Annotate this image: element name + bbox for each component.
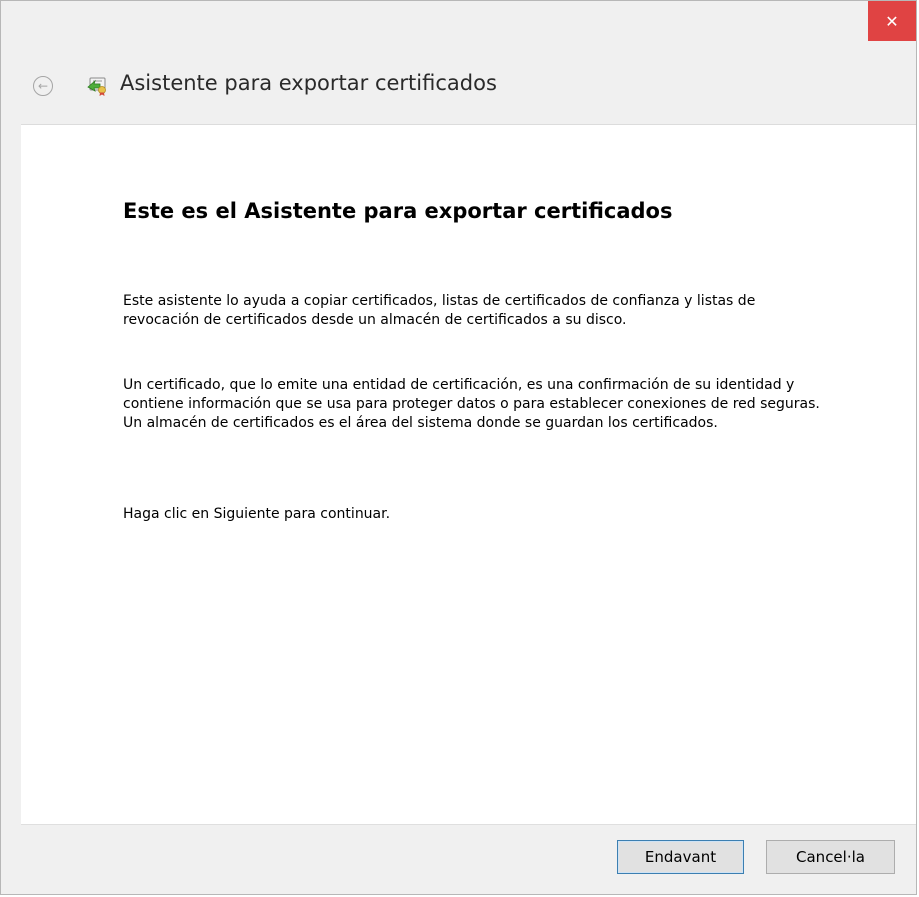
cancel-button[interactable]: Cancel·la: [766, 840, 895, 874]
wizard-content: Este es el Asistente para exportar certi…: [21, 124, 916, 824]
wizard-window: ✕ ← Asistente para exportar certificados…: [0, 0, 917, 895]
certificate-icon: [87, 77, 106, 96]
page-heading: Este es el Asistente para exportar certi…: [123, 199, 673, 223]
instruction-paragraph: Haga clic en Siguiente para continuar.: [123, 506, 391, 522]
close-button[interactable]: ✕: [868, 1, 916, 41]
intro-paragraph: Este asistente lo ayuda a copiar certifi…: [123, 293, 756, 328]
certificate-description-paragraph: Un certificado, que lo emite una entidad…: [123, 377, 820, 431]
wizard-header: ← Asistente para exportar certificados: [1, 56, 916, 126]
back-arrow-icon: ←: [37, 79, 49, 93]
back-button[interactable]: ←: [33, 76, 53, 96]
next-button[interactable]: Endavant: [617, 840, 744, 874]
wizard-footer: Endavant Cancel·la: [21, 824, 916, 894]
close-icon: ✕: [885, 11, 899, 31]
window-title: Asistente para exportar certificados: [120, 71, 497, 95]
